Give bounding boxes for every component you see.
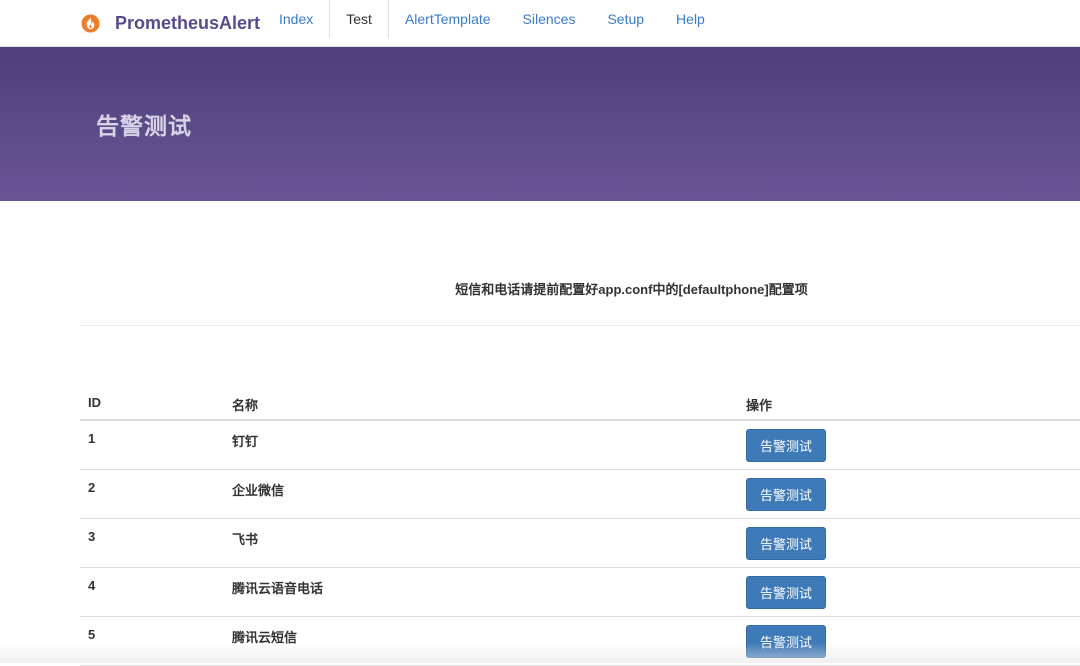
table-header: ID 名称 操作 xyxy=(80,382,1080,421)
alert-test-button-wechat-work[interactable]: 告警测试 xyxy=(746,478,826,511)
row-name: 飞书 xyxy=(232,532,259,547)
row-id: 1 xyxy=(88,431,96,446)
header-name: 名称 xyxy=(232,398,259,413)
nav-item-index[interactable]: Index xyxy=(263,0,329,38)
row-name: 企业微信 xyxy=(232,483,285,498)
row-id: 3 xyxy=(88,529,96,544)
alert-test-button-tencent-sms[interactable]: 告警测试 xyxy=(746,625,826,658)
nav-item-alerttemplate[interactable]: AlertTemplate xyxy=(389,0,507,38)
nav-item-help[interactable]: Help xyxy=(660,0,721,38)
alert-test-button-feishu[interactable]: 告警测试 xyxy=(746,527,826,560)
brand[interactable]: PrometheusAlert xyxy=(81,0,260,46)
main-nav: Index Test AlertTemplate Silences Setup … xyxy=(263,0,721,46)
header-id: ID xyxy=(88,395,101,410)
nav-item-setup[interactable]: Setup xyxy=(591,0,660,38)
alert-test-button-tencent-voice[interactable]: 告警测试 xyxy=(746,576,826,609)
row-name: 腾讯云短信 xyxy=(232,630,298,645)
config-notice: 短信和电话请提前配置好app.conf中的[defaultphone]配置项 xyxy=(455,282,808,297)
row-id: 2 xyxy=(88,480,96,495)
row-name: 钉钉 xyxy=(232,434,259,449)
top-navbar: PrometheusAlert Index Test AlertTemplate… xyxy=(0,0,1080,47)
page-title: 告警测试 xyxy=(96,113,192,139)
header-operation: 操作 xyxy=(746,398,773,413)
hero-banner: 告警测试 xyxy=(0,47,1080,201)
row-name: 腾讯云语音电话 xyxy=(232,581,324,596)
nav-item-test[interactable]: Test xyxy=(329,0,389,38)
section-divider xyxy=(80,325,1080,326)
alert-test-button-dingtalk[interactable]: 告警测试 xyxy=(746,429,826,462)
table-row: 2 企业微信 告警测试 xyxy=(80,470,1080,519)
alert-test-table: ID 名称 操作 1 钉钉 告警测试 2 企业微信 告警测试 3 飞书 告警测试… xyxy=(80,382,1080,666)
table-row: 4 腾讯云语音电话 告警测试 xyxy=(80,568,1080,617)
nav-item-silences[interactable]: Silences xyxy=(507,0,592,38)
table-row: 5 腾讯云短信 告警测试 xyxy=(80,617,1080,666)
table-row: 1 钉钉 告警测试 xyxy=(80,421,1080,470)
row-id: 5 xyxy=(88,627,96,642)
row-id: 4 xyxy=(88,578,96,593)
table-row: 3 飞书 告警测试 xyxy=(80,519,1080,568)
flame-icon xyxy=(81,13,100,33)
brand-name: PrometheusAlert xyxy=(115,12,261,33)
